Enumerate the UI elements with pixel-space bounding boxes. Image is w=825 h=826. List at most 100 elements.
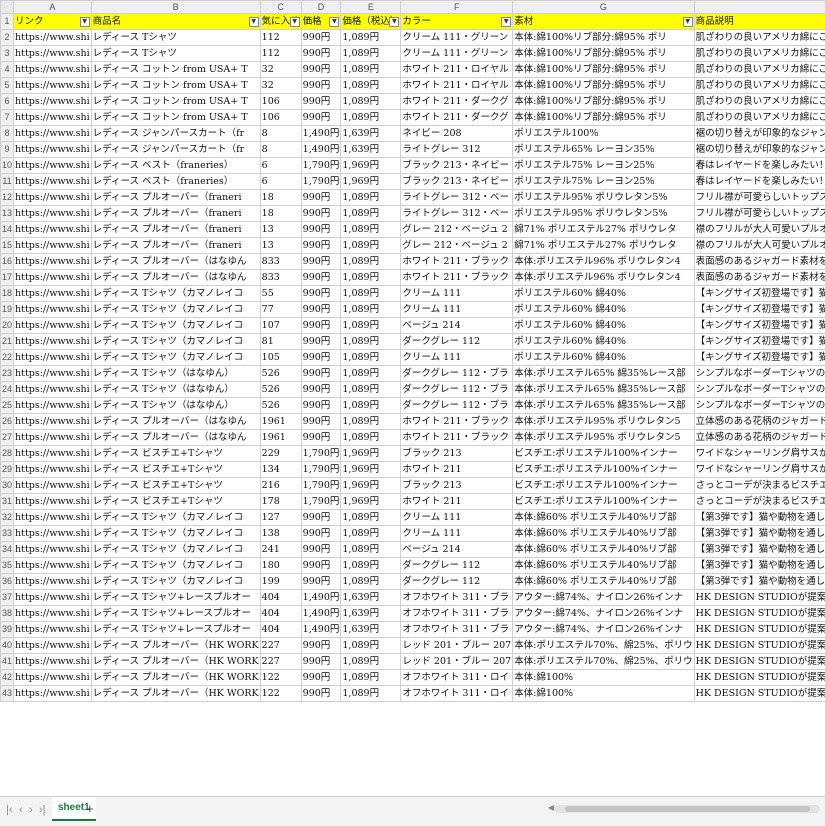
cell-link[interactable]: https://www.shi — [14, 158, 92, 174]
cell-fav[interactable]: 8 — [260, 142, 301, 158]
row-number[interactable]: 33 — [1, 526, 14, 542]
cell-link[interactable]: https://www.shi — [14, 446, 92, 462]
cell-link[interactable]: https://www.shi — [14, 462, 92, 478]
cell-mat[interactable]: ポリエステル60% 綿40% — [513, 350, 694, 366]
cell-tax[interactable]: 1,089円 — [341, 398, 401, 414]
cell-mat[interactable]: ポリエステル75% レーヨン25% — [513, 158, 694, 174]
cell-mat[interactable]: 綿71% ポリエステル27% ポリウレタ — [513, 222, 694, 238]
cell-price[interactable]: 1,490円 — [301, 606, 341, 622]
row-number[interactable]: 8 — [1, 126, 14, 142]
cell-mat[interactable]: 本体:綿100%リブ部分:綿95% ポリ — [513, 46, 694, 62]
cell-tax[interactable]: 1,089円 — [341, 526, 401, 542]
cell-color[interactable]: ダークグレー 112 — [401, 574, 513, 590]
first-sheet-button[interactable]: |‹ — [6, 804, 13, 816]
cell-link[interactable]: https://www.shi — [14, 606, 92, 622]
cell-color[interactable]: ホワイト 211・ブラック — [401, 254, 513, 270]
filter-dropdown-icon[interactable]: ▼ — [249, 17, 259, 27]
cell-color[interactable]: クリーム 111 — [401, 510, 513, 526]
row-number[interactable]: 22 — [1, 350, 14, 366]
cell-name[interactable]: レディース Tシャツ+レースプルオー — [91, 622, 260, 638]
row-number[interactable]: 38 — [1, 606, 14, 622]
row-number[interactable]: 34 — [1, 542, 14, 558]
cell-mat[interactable]: ポリエステル60% 綿40% — [513, 302, 694, 318]
cell-color[interactable]: オフホワイト 311・ブラ — [401, 622, 513, 638]
cell-mat[interactable]: ポリエステル95% ポリウレタン5% — [513, 190, 694, 206]
row-number[interactable]: 39 — [1, 622, 14, 638]
cell-desc[interactable]: HK DESIGN STUDIOが提案するリアルクローズ「HK WORKS LO… — [694, 622, 825, 638]
cell-price[interactable]: 990円 — [301, 574, 341, 590]
cell-color[interactable]: ダークグレー 112 — [401, 334, 513, 350]
cell-mat[interactable]: ポリエステル60% 綿40% — [513, 318, 694, 334]
cell-mat[interactable]: 本体:ポリエステル70%、綿25%、ポリウ — [513, 638, 694, 654]
row-number[interactable]: 25 — [1, 398, 14, 414]
add-sheet-button[interactable]: + — [86, 801, 94, 816]
cell-desc[interactable]: フリル襟が可愛らしいトップスです。 表面感のある編地が入っており高見 — [694, 206, 825, 222]
cell-tax[interactable]: 1,089円 — [341, 110, 401, 126]
cell-fav[interactable]: 229 — [260, 446, 301, 462]
cell-fav[interactable]: 138 — [260, 526, 301, 542]
cell-name[interactable]: レディース コットン from USA+ T — [91, 94, 260, 110]
row-number[interactable]: 15 — [1, 238, 14, 254]
cell-tax[interactable]: 1,639円 — [341, 622, 401, 638]
cell-desc[interactable]: 裾の切り替えが印象的なジャンスカです！ ポケット部分の切替もあり、シ — [694, 142, 825, 158]
cell-desc[interactable]: HK DESIGN STUDIOが提案するリアルクローズ「HK WORKS LO… — [694, 638, 825, 654]
cell-color[interactable]: ホワイト 211 — [401, 494, 513, 510]
cell-fav[interactable]: 404 — [260, 622, 301, 638]
cell-color[interactable]: クリーム 111・グリーン — [401, 30, 513, 46]
cell-desc[interactable]: フリル襟が可愛らしいトップスです。 表面感のある編地が入っており高見 — [694, 190, 825, 206]
cell-mat[interactable]: アウター:綿74%、ナイロン26%インナ — [513, 606, 694, 622]
last-sheet-button[interactable]: ›| — [39, 804, 46, 816]
cell-fav[interactable]: 134 — [260, 462, 301, 478]
cell-color[interactable]: グレー 212・ベージュ 2 — [401, 222, 513, 238]
cell-mat[interactable]: アウター:綿74%、ナイロン26%インナ — [513, 590, 694, 606]
cell-tax[interactable]: 1,969円 — [341, 478, 401, 494]
cell-desc[interactable]: シンプルなボーダーTシャツのヨーク部分を繊細なレース生地で切り替えた — [694, 398, 825, 414]
cell-price[interactable]: 990円 — [301, 526, 341, 542]
cell-price[interactable]: 1,490円 — [301, 126, 341, 142]
cell-price[interactable]: 990円 — [301, 638, 341, 654]
header-cell[interactable]: 価格▼ — [301, 14, 341, 30]
cell-link[interactable]: https://www.shi — [14, 494, 92, 510]
cell-link[interactable]: https://www.shi — [14, 126, 92, 142]
cell-link[interactable]: https://www.shi — [14, 654, 92, 670]
cell-mat[interactable]: 本体:綿100% — [513, 686, 694, 702]
cell-desc[interactable]: 裾の切り替えが印象的なジャンスカです！ ポケット部分の切替もあり、シ — [694, 126, 825, 142]
cell-tax[interactable]: 1,639円 — [341, 590, 401, 606]
cell-name[interactable]: レディース Tシャツ（はなゆん） — [91, 366, 260, 382]
cell-name[interactable]: レディース ジャンパースカート（fr — [91, 126, 260, 142]
cell-desc[interactable]: シンプルなボーダーTシャツのヨーク部分を繊細なレース生地で切り替えた — [694, 366, 825, 382]
cell-mat[interactable]: 本体:綿60% ポリエステル40%リブ部 — [513, 510, 694, 526]
cell-link[interactable]: https://www.shi — [14, 94, 92, 110]
cell-name[interactable]: レディース プルオーバー（はなゆん — [91, 270, 260, 286]
cell-desc[interactable]: 春はレイヤードを楽しみたい！ 後ろにあるフリルが印象的なベストです。 — [694, 174, 825, 190]
filter-dropdown-icon[interactable]: ▼ — [290, 17, 300, 27]
cell-fav[interactable]: 1961 — [260, 430, 301, 446]
cell-mat[interactable]: 本体:ポリエステル95% ポリウレタン5 — [513, 414, 694, 430]
row-number[interactable]: 5 — [1, 78, 14, 94]
cell-mat[interactable]: 本体:綿100%リブ部分:綿95% ポリ — [513, 94, 694, 110]
cell-desc[interactable]: 【第3弾です】猫や動物を通して、日々の暮らしを描かれている『カマノレ — [694, 574, 825, 590]
cell-link[interactable]: https://www.shi — [14, 238, 92, 254]
row-number[interactable]: 42 — [1, 670, 14, 686]
cell-color[interactable]: ホワイト 211・ダークグ — [401, 110, 513, 126]
cell-name[interactable]: レディース コットン from USA+ T — [91, 78, 260, 94]
cell-fav[interactable]: 122 — [260, 686, 301, 702]
cell-tax[interactable]: 1,089円 — [341, 222, 401, 238]
cell-fav[interactable]: 13 — [260, 238, 301, 254]
cell-tax[interactable]: 1,969円 — [341, 174, 401, 190]
cell-fav[interactable]: 404 — [260, 590, 301, 606]
cell-name[interactable]: レディース プルオーバー（franeri — [91, 222, 260, 238]
cell-desc[interactable]: ワイドなシャーリング肩サスが可愛いビスチエはインナーがセットになって — [694, 446, 825, 462]
cell-mat[interactable]: 本体:綿100% — [513, 670, 694, 686]
cell-desc[interactable]: 【第3弾です】猫や動物を通して、日々の暮らしを描かれている『カマノレ — [694, 526, 825, 542]
column-header-b[interactable]: B — [91, 1, 260, 14]
cell-link[interactable]: https://www.shi — [14, 142, 92, 158]
cell-tax[interactable]: 1,089円 — [341, 366, 401, 382]
cell-price[interactable]: 1,490円 — [301, 142, 341, 158]
cell-color[interactable]: ダークグレー 112 — [401, 558, 513, 574]
row-number[interactable]: 32 — [1, 510, 14, 526]
cell-name[interactable]: レディース コットン from USA+ T — [91, 62, 260, 78]
cell-mat[interactable]: ビスチエ:ポリエステル100%インナー — [513, 494, 694, 510]
filter-dropdown-icon[interactable]: ▼ — [683, 17, 693, 27]
cell-mat[interactable]: 本体:綿100%リブ部分:綿95% ポリ — [513, 30, 694, 46]
